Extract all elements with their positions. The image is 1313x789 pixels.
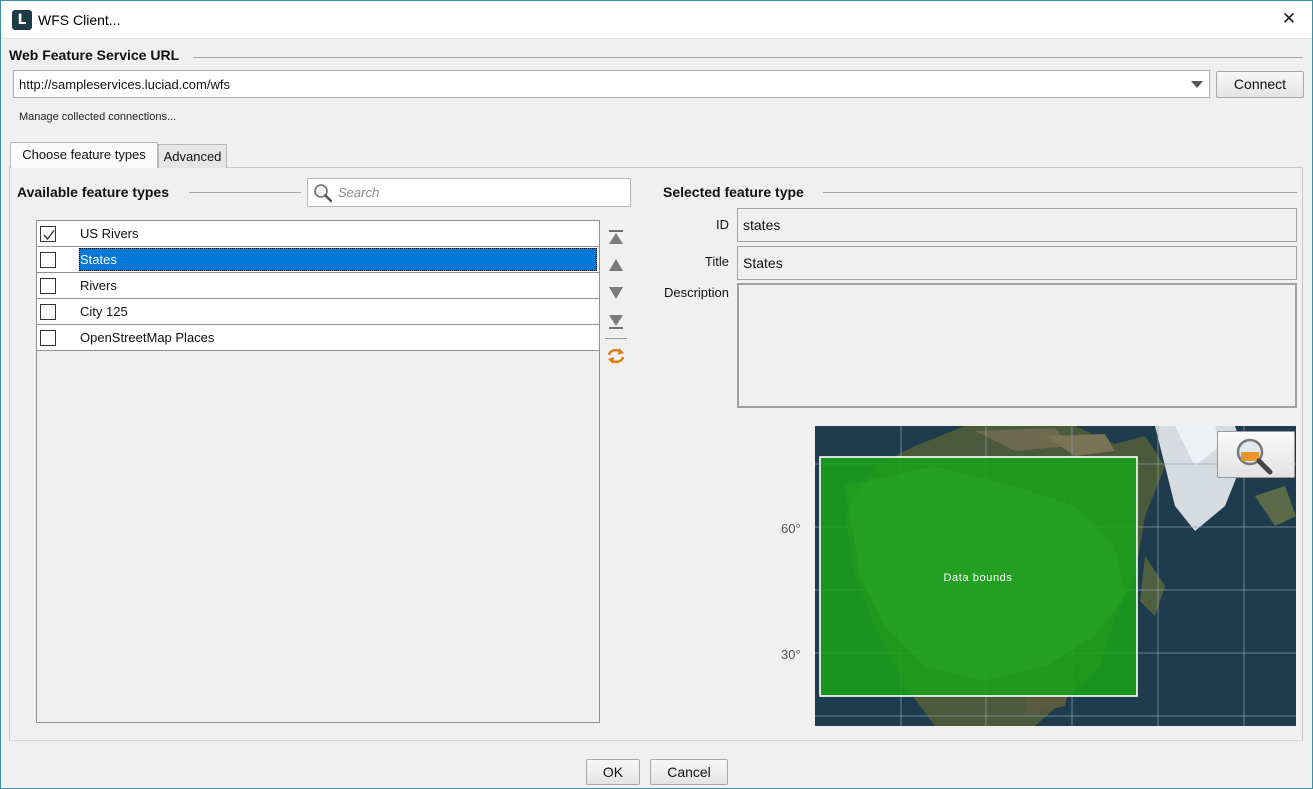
- feature-checkbox[interactable]: [40, 278, 56, 294]
- list-item-label: States: [80, 252, 117, 267]
- checkmark-icon: [43, 230, 55, 241]
- selected-type-title: Selected feature type: [663, 184, 804, 200]
- list-item-label: OpenStreetMap Places: [80, 330, 215, 345]
- list-item-label: Rivers: [80, 278, 117, 293]
- search-icon: [314, 184, 333, 203]
- feature-types-list[interactable]: US Rivers States Rivers City 125 OpenStr…: [36, 220, 600, 723]
- tab-advanced[interactable]: Advanced: [158, 144, 227, 168]
- move-up-button[interactable]: [605, 254, 627, 276]
- selected-type-divider: [823, 192, 1297, 193]
- move-up-icon: [609, 259, 623, 271]
- latitude-label: 30°: [781, 647, 801, 662]
- latitude-label: 60°: [781, 521, 801, 536]
- move-bottom-icon: [609, 315, 623, 329]
- close-button[interactable]: ✕: [1266, 1, 1312, 38]
- move-down-button[interactable]: [605, 282, 627, 304]
- title-value: States: [743, 255, 783, 271]
- url-combobox[interactable]: http://sampleservices.luciad.com/wfs: [13, 70, 1210, 98]
- move-top-button[interactable]: [605, 226, 627, 248]
- title-label: Title: [704, 254, 729, 269]
- title-bar: L WFS Client... ✕: [1, 1, 1312, 39]
- id-value: states: [743, 217, 781, 233]
- side-buttons-divider: [605, 338, 627, 339]
- wfs-client-dialog: L WFS Client... ✕ Web Feature Service UR…: [0, 0, 1313, 789]
- id-field[interactable]: states: [737, 208, 1297, 242]
- move-down-icon: [609, 287, 623, 299]
- ok-button[interactable]: OK: [586, 759, 640, 785]
- url-section-title: Web Feature Service URL: [9, 47, 180, 63]
- available-types-divider: [189, 192, 301, 193]
- description-field[interactable]: [737, 283, 1297, 408]
- url-value: http://sampleservices.luciad.com/wfs: [19, 77, 230, 92]
- connect-button[interactable]: Connect: [1216, 71, 1304, 98]
- manage-connections-link[interactable]: Manage collected connections...: [19, 111, 176, 123]
- refresh-button[interactable]: [605, 345, 627, 367]
- refresh-icon: [607, 348, 625, 364]
- feature-checkbox[interactable]: [40, 330, 56, 346]
- list-item-label: US Rivers: [80, 226, 139, 241]
- app-logo-icon: L: [12, 10, 32, 30]
- dropdown-arrow-icon[interactable]: [1191, 81, 1203, 88]
- list-item[interactable]: US Rivers: [37, 221, 599, 247]
- feature-checkbox[interactable]: [40, 304, 56, 320]
- list-item-label: City 125: [80, 304, 128, 319]
- available-types-title: Available feature types: [17, 184, 169, 200]
- list-item[interactable]: OpenStreetMap Places: [37, 325, 599, 351]
- list-item[interactable]: Rivers: [37, 273, 599, 299]
- url-section-divider: [193, 57, 1303, 58]
- zoom-magnifier-icon: [1236, 438, 1273, 475]
- selection-highlight: [79, 248, 597, 271]
- list-item[interactable]: City 125: [37, 299, 599, 325]
- cancel-button[interactable]: Cancel: [650, 759, 728, 785]
- title-field[interactable]: States: [737, 246, 1297, 280]
- window-title: WFS Client...: [38, 12, 121, 28]
- feature-checkbox[interactable]: [40, 226, 56, 242]
- search-input[interactable]: Search: [307, 178, 631, 207]
- move-top-icon: [609, 230, 623, 244]
- description-label: Description: [663, 285, 729, 300]
- move-bottom-button[interactable]: [605, 311, 627, 333]
- feature-checkbox[interactable]: [40, 252, 56, 268]
- list-item[interactable]: States: [37, 247, 599, 273]
- tab-choose-feature-types[interactable]: Choose feature types: [10, 142, 158, 168]
- data-bounds-label: Data bounds: [944, 572, 1013, 584]
- id-label: ID: [716, 217, 729, 232]
- zoom-to-bounds-button[interactable]: [1217, 431, 1295, 478]
- search-placeholder: Search: [338, 185, 380, 200]
